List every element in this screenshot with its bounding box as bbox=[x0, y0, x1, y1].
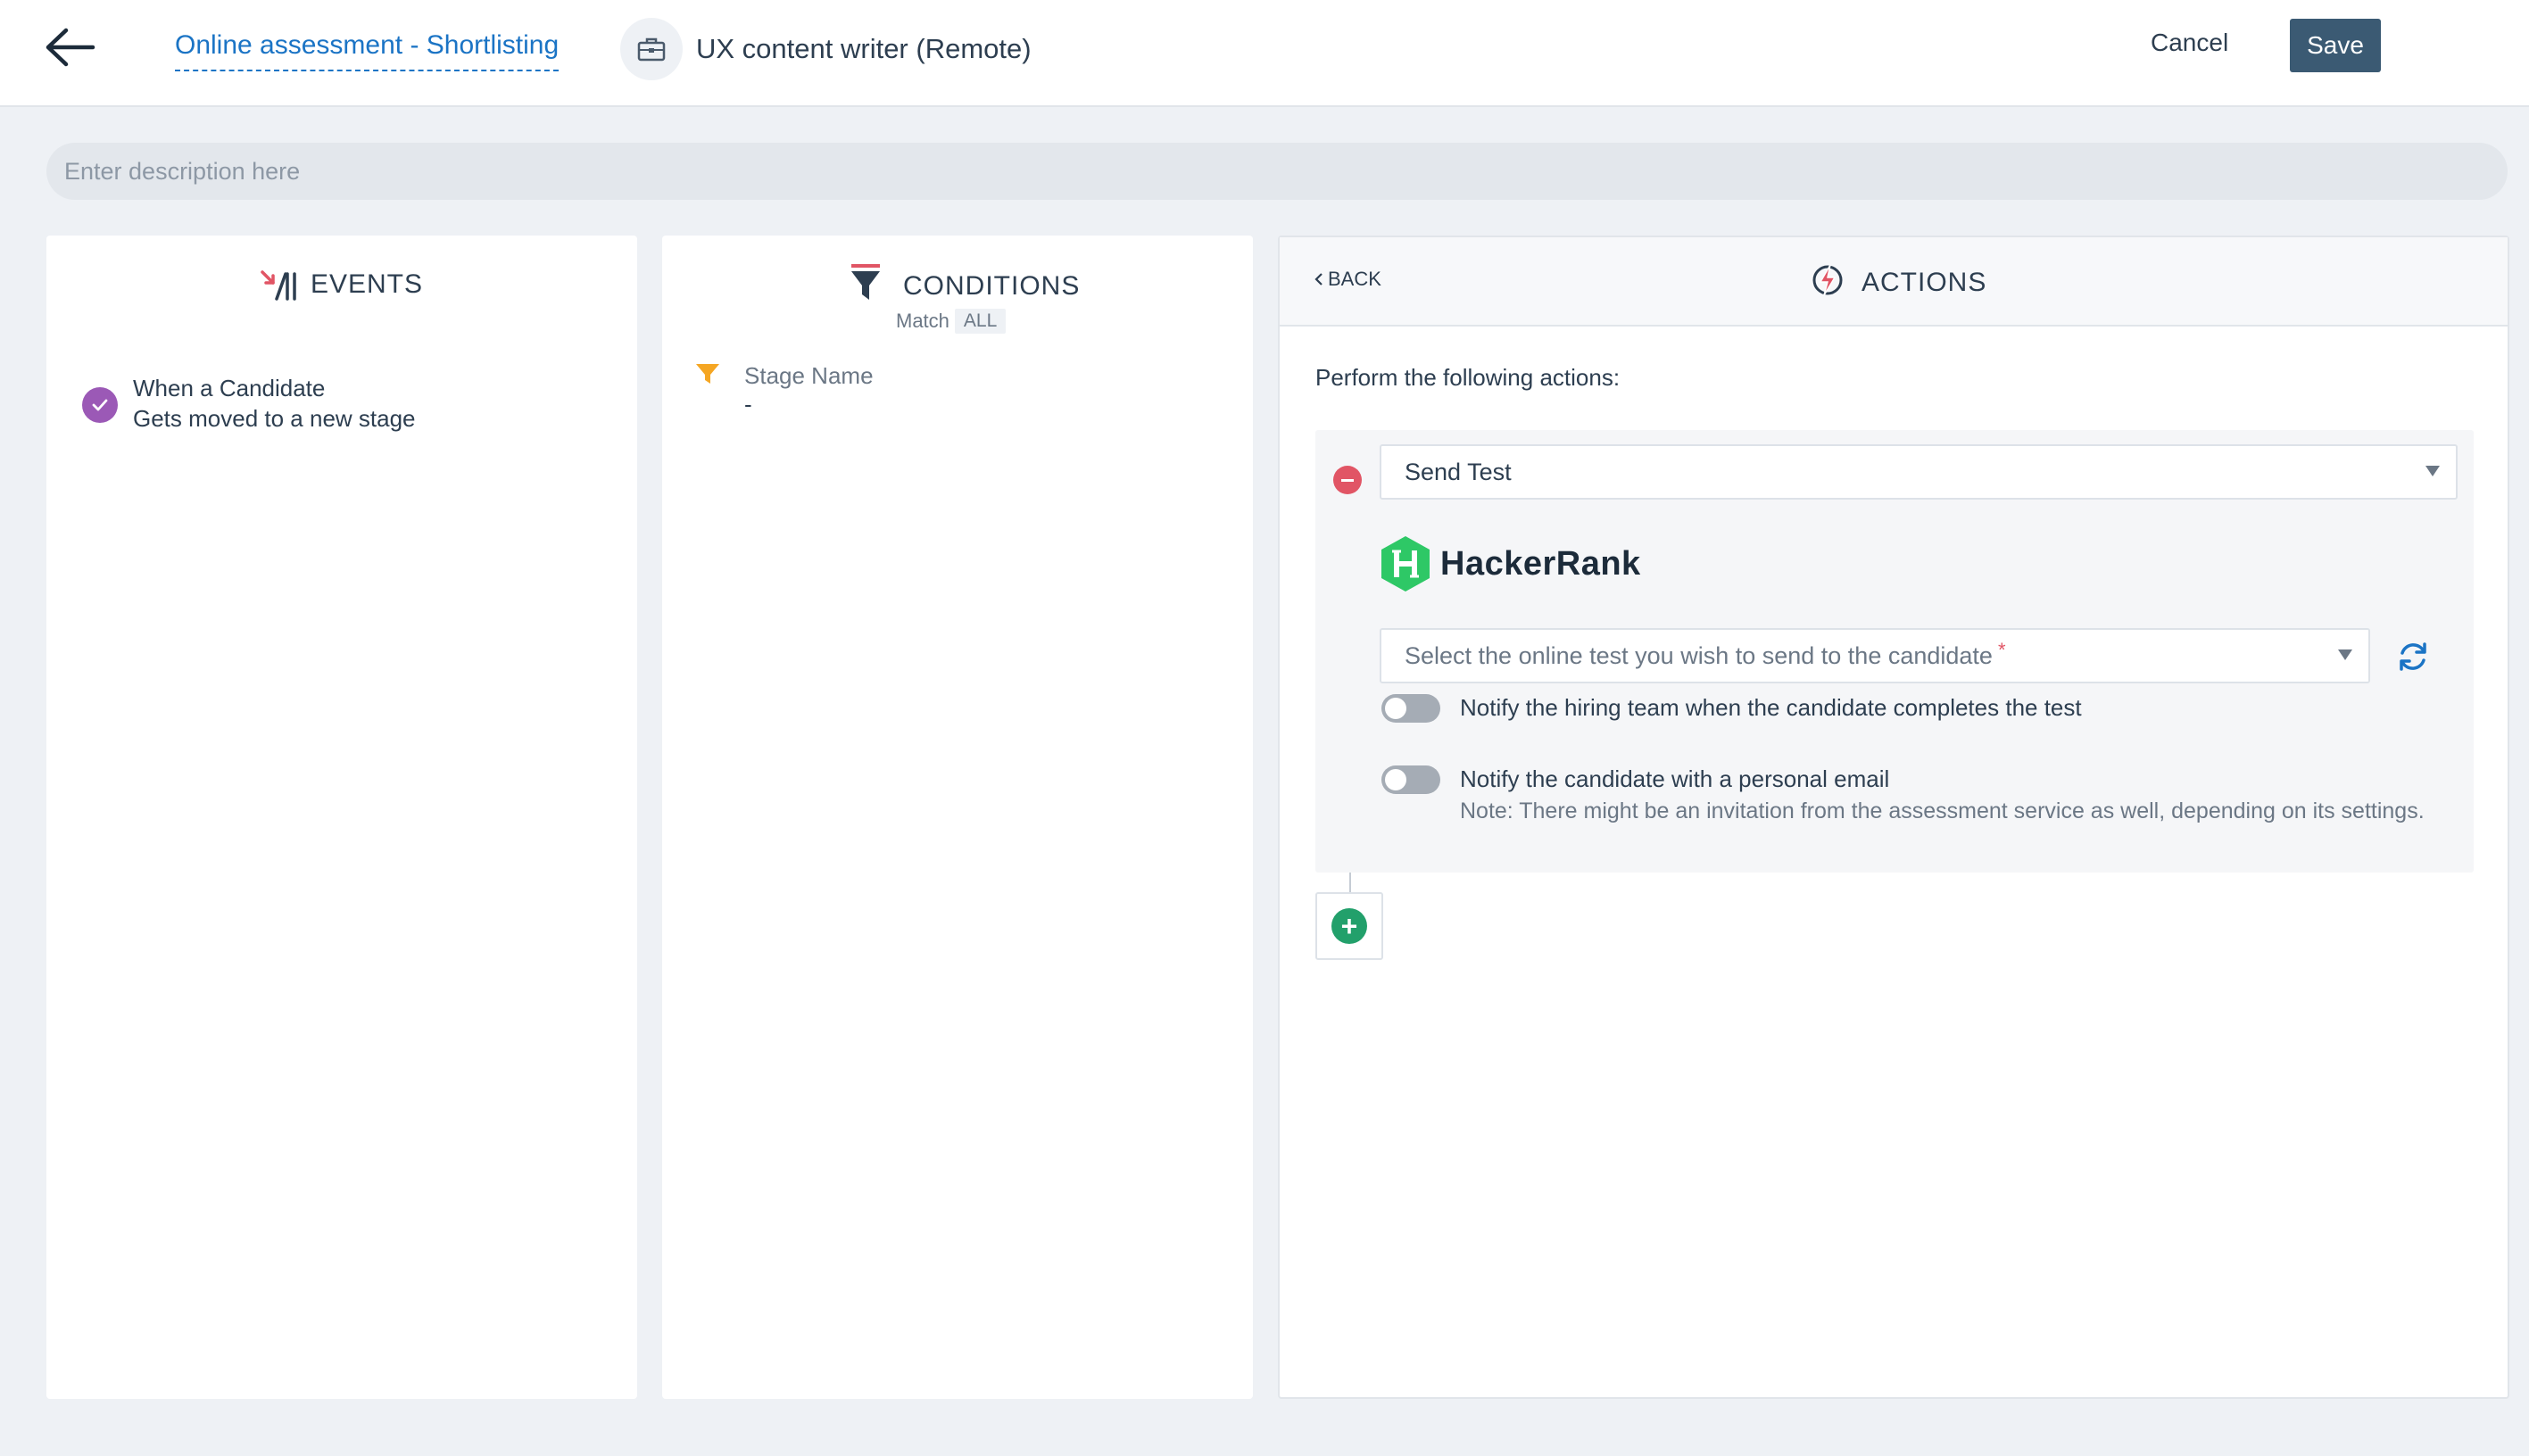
match-badge[interactable]: ALL bbox=[954, 309, 1007, 334]
chevron-left-icon bbox=[1314, 273, 1323, 285]
actions-intro: Perform the following actions: bbox=[1315, 364, 1621, 391]
add-action-button[interactable]: + bbox=[1315, 892, 1383, 960]
match-label: Match bbox=[896, 310, 949, 332]
events-panel: EVENTS When a Candidate Gets moved to a … bbox=[46, 236, 637, 1399]
hackerrank-wordmark: HackerRank bbox=[1440, 544, 1641, 583]
caret-down-icon bbox=[2425, 466, 2440, 476]
notify-candidate-toggle[interactable] bbox=[1381, 765, 1440, 794]
conditions-panel: CONDITIONS Match ALL Stage Name - bbox=[662, 236, 1253, 1399]
required-marker: * bbox=[1997, 639, 2006, 661]
filter-icon bbox=[694, 360, 721, 392]
save-button[interactable]: Save bbox=[2290, 19, 2381, 72]
back-link[interactable]: BACK bbox=[1314, 268, 1381, 291]
events-icon bbox=[261, 269, 298, 301]
connector-line bbox=[1349, 873, 1351, 892]
hackerrank-icon bbox=[1381, 536, 1430, 592]
event-trigger-description: Gets moved to a new stage bbox=[133, 405, 416, 432]
check-icon bbox=[82, 387, 118, 423]
actions-panel: BACK ACTIONS Perform the following actio… bbox=[1278, 236, 2509, 1399]
notify-hiring-team-label: Notify the hiring team when the candidat… bbox=[1460, 694, 2082, 721]
actions-title: ACTIONS bbox=[1862, 268, 1987, 297]
notify-candidate-label: Notify the candidate with a personal ema… bbox=[1460, 765, 1890, 792]
assessment-note: Note: There might be an invitation from … bbox=[1460, 798, 2425, 823]
back-label: BACK bbox=[1328, 268, 1381, 290]
match-mode: Match ALL bbox=[896, 309, 1007, 334]
condition-value: - bbox=[744, 391, 752, 418]
top-bar: Online assessment - Shortlisting UX cont… bbox=[0, 0, 2529, 107]
conditions-title: CONDITIONS bbox=[903, 271, 1081, 301]
action-card: Send Test HackerRank Select the online t… bbox=[1315, 430, 2474, 873]
plus-icon: + bbox=[1331, 908, 1367, 944]
event-trigger-subject: When a Candidate bbox=[133, 375, 326, 401]
events-header: EVENTS bbox=[46, 262, 637, 307]
hackerrank-logo: HackerRank bbox=[1380, 535, 1641, 592]
remove-action-button[interactable] bbox=[1333, 466, 1362, 494]
condition-label: Stage Name bbox=[744, 362, 874, 389]
events-title: EVENTS bbox=[310, 269, 424, 299]
description-input[interactable] bbox=[46, 143, 2508, 200]
refresh-icon[interactable] bbox=[2395, 639, 2431, 679]
conditions-funnel-icon bbox=[848, 262, 883, 308]
job-title: UX content writer (Remote) bbox=[696, 33, 1032, 64]
notify-hiring-team-toggle[interactable] bbox=[1381, 694, 1440, 723]
online-test-select[interactable]: Select the online test you wish to send … bbox=[1380, 628, 2370, 683]
action-type-select[interactable]: Send Test bbox=[1380, 444, 2458, 500]
page-title[interactable]: Online assessment - Shortlisting bbox=[175, 30, 560, 71]
cancel-button[interactable]: Cancel bbox=[2151, 29, 2228, 57]
back-arrow-icon[interactable] bbox=[45, 25, 98, 70]
briefcase-icon bbox=[620, 18, 683, 80]
online-test-placeholder: Select the online test you wish to send … bbox=[1405, 641, 1993, 669]
action-type-value: Send Test bbox=[1405, 458, 1512, 485]
actions-header: BACK ACTIONS bbox=[1280, 237, 2508, 327]
lightning-icon bbox=[1810, 262, 1845, 302]
caret-down-icon bbox=[2338, 649, 2352, 660]
